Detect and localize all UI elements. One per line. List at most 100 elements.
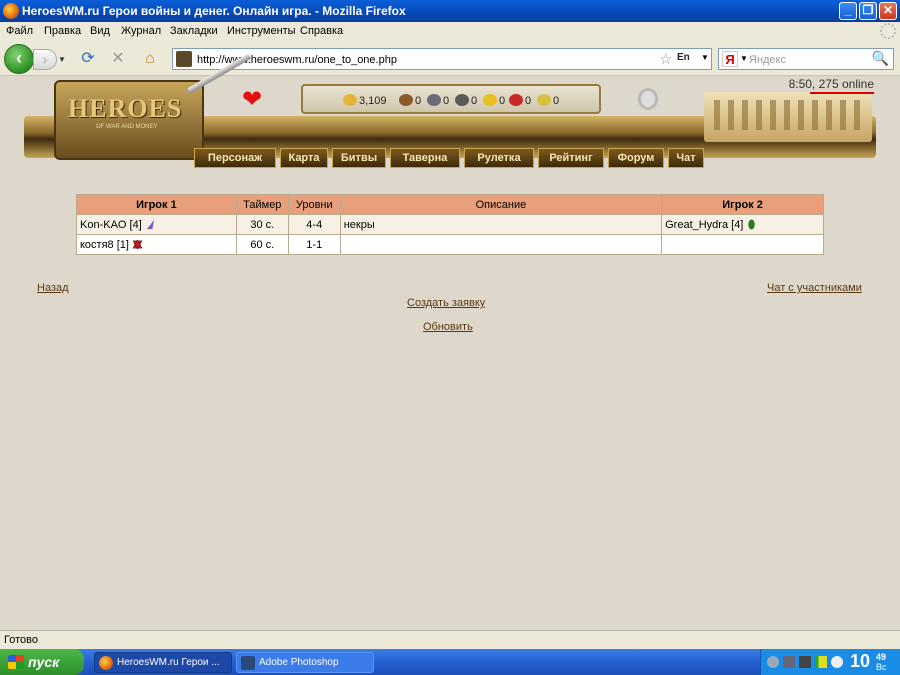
taskbar-firefox[interactable]: HeroesWM.ru Герои ... — [94, 652, 232, 673]
menu-help[interactable]: Справка — [300, 25, 343, 37]
reload-icon[interactable]: ⟳ — [78, 49, 98, 69]
levels-cell: 4-4 — [287, 214, 341, 235]
gold-icon — [343, 94, 357, 106]
header-timer: Таймер — [235, 194, 289, 215]
minimize-button[interactable]: _ — [839, 2, 857, 20]
sulfur-icon — [483, 94, 497, 106]
resource-wood: 0 — [399, 94, 421, 107]
resource-gems: 0 — [537, 94, 559, 107]
status-bar: Готово — [0, 630, 900, 649]
header-levels: Уровни — [287, 194, 341, 215]
home-icon[interactable]: ⌂ — [140, 49, 160, 69]
nav-forum[interactable]: Форум — [608, 148, 664, 168]
wood-icon — [399, 94, 413, 106]
tray-arrow-icon[interactable] — [767, 656, 779, 668]
window-title: HeroesWM.ru Герои войны и денег. Онлайн … — [22, 4, 406, 18]
start-button[interactable]: пуск — [0, 649, 84, 675]
table-row[interactable]: костя8 [1] 60 с. 1-1 — [76, 234, 824, 255]
address-bar[interactable]: ☆ En ▼ — [172, 48, 712, 70]
search-bar[interactable]: Я ▼ 🔍 — [718, 48, 894, 70]
gems-icon — [537, 94, 551, 106]
tray-volume-icon[interactable] — [831, 656, 843, 668]
health-heart-icon[interactable]: ❤ — [242, 88, 262, 112]
logo-title: HEROES — [68, 94, 183, 123]
ring-icon[interactable] — [638, 88, 658, 110]
duel-requests-table: Игрок 1 Таймер Уровни Описание Игрок 2 K… — [76, 194, 824, 255]
site-favicon-icon — [176, 51, 192, 67]
menu-bookmarks[interactable]: Закладки — [170, 25, 218, 37]
refresh-link[interactable]: Обновить — [423, 321, 473, 333]
taskbar: пуск HeroesWM.ru Герои ... Adobe Photosh… — [0, 649, 900, 675]
search-engine-dropdown-icon[interactable]: ▼ — [740, 54, 748, 63]
mercury-icon — [455, 94, 469, 106]
language-badge[interactable]: En — [677, 52, 690, 63]
player1-cell[interactable]: Kon-KAO [4] — [76, 214, 237, 235]
player1-cell[interactable]: костя8 [1] — [76, 234, 237, 255]
resource-mercury: 0 — [455, 94, 477, 107]
mage-faction-icon — [146, 219, 154, 229]
clock[interactable]: 10 49 Вс — [850, 651, 887, 672]
title-bar: HeroesWM.ru Герои войны и денег. Онлайн … — [0, 0, 900, 22]
tray-network-icon[interactable] — [783, 656, 795, 668]
crystals-icon — [509, 94, 523, 106]
timer-cell: 60 с. — [235, 234, 289, 255]
resource-gold: 3,109 — [343, 94, 387, 107]
nav-tavern[interactable]: Таверна — [390, 148, 460, 168]
menu-file[interactable]: Файл — [6, 25, 33, 37]
navigation-toolbar: ‹ › ▼ ⟳ ✕ ⌂ ☆ En ▼ Я ▼ 🔍 — [0, 41, 900, 76]
back-link[interactable]: Назад — [37, 282, 69, 294]
player2-name[interactable]: Great_Hydra [4] — [665, 219, 743, 231]
menu-edit[interactable]: Правка — [44, 25, 81, 37]
ore-icon — [427, 94, 441, 106]
create-request-link[interactable]: Создать заявку — [407, 297, 485, 309]
player2-cell[interactable] — [661, 234, 824, 255]
player2-cell[interactable]: Great_Hydra [4] — [661, 214, 824, 235]
table-header-row: Игрок 1 Таймер Уровни Описание Игрок 2 — [76, 194, 824, 215]
photoshop-icon — [241, 656, 255, 670]
player1-name[interactable]: костя8 [1] — [80, 239, 129, 251]
menu-history[interactable]: Журнал — [121, 25, 161, 37]
windows-logo-icon — [8, 655, 24, 669]
header-player1: Игрок 1 — [76, 194, 237, 215]
chat-participants-link[interactable]: Чат с участниками — [767, 282, 862, 294]
firefox-icon — [3, 3, 19, 19]
bookmark-star-icon[interactable]: ☆ — [659, 50, 672, 68]
description-cell — [339, 234, 663, 255]
castle-towers — [714, 100, 864, 130]
back-button[interactable]: ‹ — [4, 44, 34, 74]
menu-view[interactable]: Вид — [90, 25, 110, 37]
url-input[interactable] — [197, 52, 637, 67]
nav-battles[interactable]: Битвы — [332, 148, 386, 168]
history-dropdown-icon[interactable]: ▼ — [58, 55, 66, 64]
search-icon[interactable]: 🔍 — [872, 50, 889, 67]
tray-app-icon[interactable] — [799, 656, 811, 668]
status-text: Готово — [4, 634, 38, 646]
player1-name[interactable]: Kon-KAO [4] — [80, 219, 142, 231]
resource-crystals: 0 — [509, 94, 531, 107]
header-player2: Игрок 2 — [661, 194, 824, 215]
tray-signal-icon[interactable] — [815, 656, 827, 668]
taskbar-photoshop[interactable]: Adobe Photoshop — [236, 652, 374, 673]
levels-cell: 1-1 — [287, 234, 341, 255]
nav-rating[interactable]: Рейтинг — [538, 148, 604, 168]
forward-button[interactable]: › — [33, 49, 57, 70]
stop-icon[interactable]: ✕ — [108, 49, 128, 69]
nav-character[interactable]: Персонаж — [194, 148, 276, 168]
search-input[interactable] — [749, 52, 869, 67]
restore-button[interactable]: ❐ — [859, 2, 877, 20]
table-row[interactable]: Kon-KAO [4] 30 с. 4-4 некры Great_Hydra … — [76, 214, 824, 235]
search-engine-icon[interactable]: Я — [722, 51, 738, 67]
nav-roulette[interactable]: Рулетка — [464, 148, 534, 168]
inferno-faction-icon — [132, 238, 143, 250]
url-dropdown-icon[interactable]: ▼ — [701, 53, 709, 62]
firefox-icon — [99, 656, 113, 670]
menu-tools[interactable]: Инструменты — [227, 25, 296, 37]
nav-chat[interactable]: Чат — [668, 148, 704, 168]
nav-map[interactable]: Карта — [280, 148, 328, 168]
throbber-icon — [880, 23, 896, 39]
server-time: 8:50, 275 online — [784, 77, 874, 94]
sylvan-faction-icon — [748, 218, 756, 230]
close-button[interactable]: ✕ — [879, 2, 897, 20]
heroes-logo[interactable]: HEROES OF WAR AND MONEY — [54, 80, 204, 160]
online-count: 275 online — [818, 77, 874, 91]
